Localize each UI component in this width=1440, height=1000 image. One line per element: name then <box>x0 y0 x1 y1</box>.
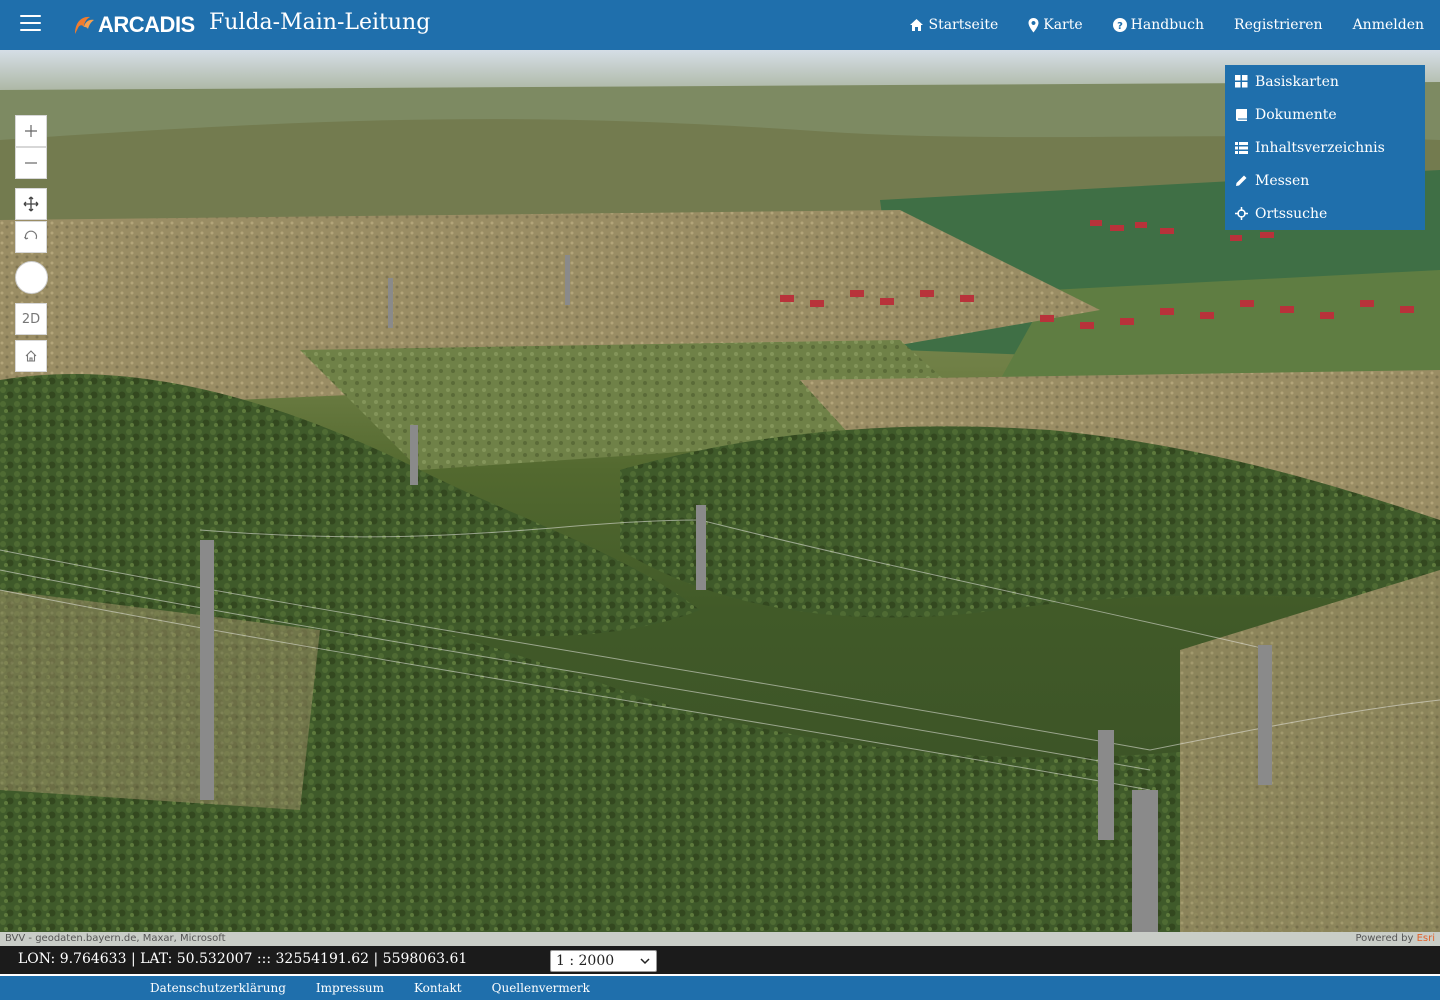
esri-link[interactable]: Esri <box>1417 933 1435 944</box>
pan-mode-button[interactable] <box>15 188 47 220</box>
scale-select[interactable]: 1 : 2000 <box>550 950 657 972</box>
powered-by: Powered by Esri <box>1355 932 1435 946</box>
footer: Datenschutzerklärung Impressum Kontakt Q… <box>0 974 1440 1000</box>
menu-item-basiskarten-label: Basiskarten <box>1255 73 1339 90</box>
3d-map-view[interactable]: 2D Basiskarten Dokumente Inhaltsverzeich… <box>0 50 1440 932</box>
compass-needle-icon <box>28 270 35 285</box>
crosshair-icon <box>1235 207 1248 220</box>
toggle-2d-button[interactable]: 2D <box>15 303 47 335</box>
rotate-icon <box>24 230 38 240</box>
zoom-in-button[interactable] <box>15 115 47 147</box>
menu-item-inhaltsverzeichnis-label: Inhaltsverzeichnis <box>1255 139 1385 156</box>
arcadis-logo-icon <box>75 16 94 34</box>
pencil-icon <box>1236 175 1247 186</box>
nav-startseite-label: Startseite <box>928 17 999 33</box>
menu-item-ortssuche-label: Ortssuche <box>1255 205 1328 222</box>
question-circle-icon: ? <box>1112 18 1127 32</box>
svg-text:?: ? <box>1117 21 1123 32</box>
compass-button[interactable] <box>15 261 48 294</box>
nav-registrieren[interactable]: Registrieren <box>1234 17 1323 33</box>
home-outline-icon <box>25 350 37 362</box>
terrain-scene <box>0 50 1440 932</box>
footer-links: Datenschutzerklärung Impressum Kontakt Q… <box>150 981 620 995</box>
nav-anmelden[interactable]: Anmelden <box>1353 17 1424 33</box>
nav-registrieren-label: Registrieren <box>1234 17 1323 33</box>
top-nav: Startseite Karte ? Handbuch Registrieren… <box>879 0 1424 50</box>
footer-link-kontakt[interactable]: Kontakt <box>414 981 462 995</box>
logo-text: ARCADIS <box>98 12 195 37</box>
zoom-out-button[interactable] <box>15 147 47 179</box>
top-navbar: ARCADIS Fulda-Main-Leitung Startseite Ka… <box>0 0 1440 50</box>
footer-link-impressum[interactable]: Impressum <box>316 981 384 995</box>
hamburger-menu-icon[interactable] <box>20 15 41 33</box>
nav-karte[interactable]: Karte <box>1028 17 1083 33</box>
menu-item-messen-label: Messen <box>1255 172 1310 189</box>
nav-startseite[interactable]: Startseite <box>909 17 998 33</box>
menu-item-inhaltsverzeichnis[interactable]: Inhaltsverzeichnis <box>1225 131 1425 164</box>
footer-link-quellenvermerk[interactable]: Quellenvermerk <box>492 981 590 995</box>
app-title: Fulda-Main-Leitung <box>209 10 431 35</box>
menu-item-ortssuche[interactable]: Ortssuche <box>1225 197 1425 230</box>
rotate-mode-button[interactable] <box>15 221 47 253</box>
menu-item-basiskarten[interactable]: Basiskarten <box>1225 65 1425 98</box>
grid-icon <box>1235 75 1248 88</box>
nav-karte-label: Karte <box>1043 17 1083 33</box>
menu-item-dokumente-label: Dokumente <box>1255 106 1337 123</box>
home-view-button[interactable] <box>15 340 47 372</box>
map-marker-icon <box>1028 17 1039 32</box>
plus-icon <box>25 125 37 137</box>
list-icon <box>1235 141 1248 154</box>
move-arrows-icon <box>23 196 39 212</box>
footer-link-datenschutz[interactable]: Datenschutzerklärung <box>150 981 286 995</box>
nav-anmelden-label: Anmelden <box>1352 17 1424 33</box>
coordinate-bar: LON: 9.764633 | LAT: 50.532007 ::: 32554… <box>0 946 1440 974</box>
minus-icon <box>25 162 37 164</box>
book-icon <box>1236 108 1247 121</box>
coordinate-readout: LON: 9.764633 | LAT: 50.532007 ::: 32554… <box>18 951 468 967</box>
arcadis-logo[interactable]: ARCADIS <box>72 12 195 38</box>
menu-item-dokumente[interactable]: Dokumente <box>1225 98 1425 131</box>
menu-item-messen[interactable]: Messen <box>1225 164 1425 197</box>
nav-handbuch[interactable]: ? Handbuch <box>1112 17 1205 33</box>
nav-handbuch-label: Handbuch <box>1130 17 1205 33</box>
toggle-2d-label: 2D <box>21 311 41 327</box>
powered-by-text: Powered by <box>1355 933 1417 944</box>
scale-select-value: 1 : 2000 <box>556 953 615 969</box>
home-icon <box>910 19 924 31</box>
tool-menu-panel: Basiskarten Dokumente Inhaltsverzeichnis… <box>1225 65 1425 230</box>
attribution-sources: BVV - geodaten.bayern.de, Maxar, Microso… <box>5 933 226 944</box>
chevron-down-icon <box>640 958 650 965</box>
map-attribution: BVV - geodaten.bayern.de, Maxar, Microso… <box>0 932 1440 946</box>
